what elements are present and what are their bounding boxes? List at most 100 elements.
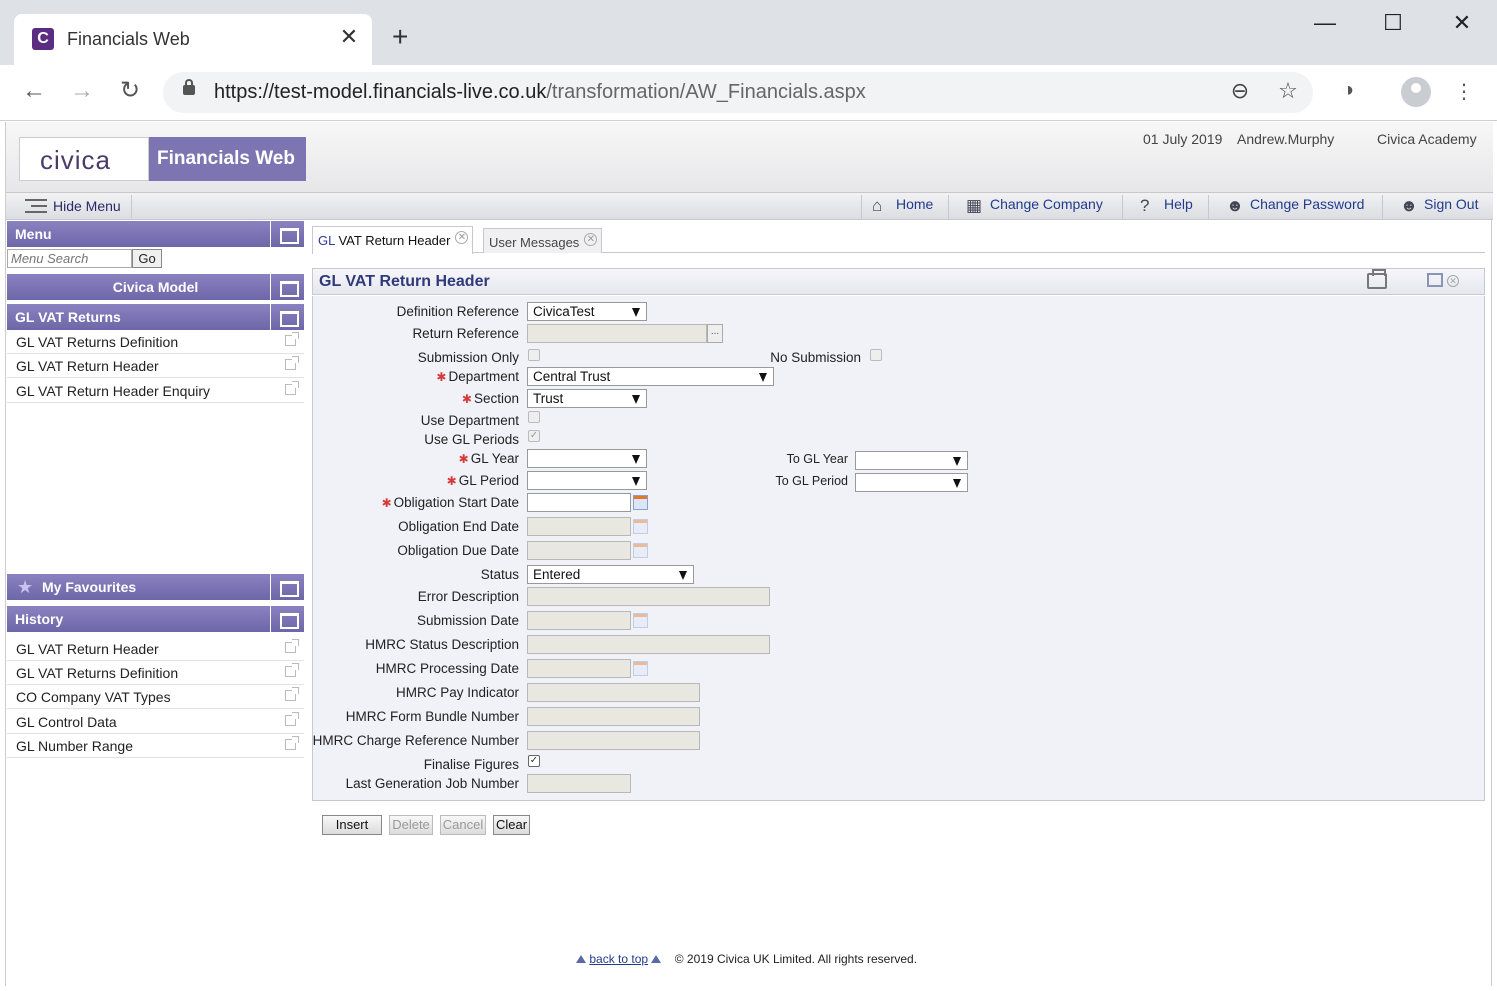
tab-close-icon[interactable]: ✕ <box>584 233 598 246</box>
change-company-link[interactable]: ▦ Change Company <box>964 196 1103 218</box>
required-asterisk-icon: ✱ <box>446 474 457 488</box>
calendar-icon[interactable] <box>633 613 648 628</box>
product-name: Financials Web <box>149 137 306 181</box>
no-submission-checkbox[interactable] <box>870 349 882 361</box>
status-select[interactable]: Entered <box>527 565 694 584</box>
zoom-out-icon[interactable]: ⊖ <box>1226 78 1254 104</box>
finalise-figures-checkbox[interactable]: ✓ <box>528 755 540 767</box>
browser-tab[interactable]: C Financials Web ✕ <box>14 14 372 65</box>
change-password-link[interactable]: ☻ Change Password <box>1224 196 1364 218</box>
hmrc-processing-date-input[interactable] <box>527 659 631 678</box>
chrome-menu-icon[interactable]: ⋮ <box>1449 79 1479 104</box>
back-to-top-link[interactable]: back to top <box>589 952 648 966</box>
use-department-label: Use Department <box>420 413 519 428</box>
delete-button[interactable]: Delete <box>389 815 433 835</box>
minimize-icon[interactable]: — <box>1310 10 1340 36</box>
calendar-icon[interactable] <box>633 543 648 558</box>
open-link-icon[interactable] <box>285 736 299 750</box>
open-link-icon[interactable] <box>285 663 299 677</box>
use-department-checkbox[interactable] <box>528 411 540 423</box>
print-icon[interactable] <box>1367 269 1387 289</box>
calendar-icon[interactable] <box>633 495 648 510</box>
forward-arrow-icon[interactable]: → <box>68 77 96 105</box>
calendar-icon[interactable] <box>633 519 648 534</box>
tab-close-icon[interactable]: ✕ <box>455 231 469 244</box>
lookup-ellipsis-button[interactable]: ... <box>707 324 723 343</box>
return-reference-input[interactable] <box>527 324 707 343</box>
open-link-icon[interactable] <box>285 639 299 653</box>
go-button[interactable]: Go <box>132 249 162 268</box>
dropdown-arrow-icon <box>759 373 767 382</box>
history-item[interactable]: CO Company VAT Types <box>7 685 304 709</box>
browser-tab-title: Financials Web <box>67 29 190 49</box>
definition-reference-select[interactable]: CivicaTest <box>527 302 647 321</box>
cancel-button[interactable]: Cancel <box>440 815 486 835</box>
tab-gl-vat-return-header[interactable]: GL VAT Return Header ✕ <box>312 226 474 254</box>
obligation-start-date-input[interactable] <box>527 493 631 512</box>
sidebar-item-vat-return-header[interactable]: GL VAT Return Header <box>7 354 304 378</box>
new-tab-icon[interactable]: + <box>392 22 408 52</box>
department-select[interactable]: Central Trust <box>527 367 774 386</box>
gl-vat-returns-header[interactable]: GL VAT Returns <box>7 304 304 330</box>
gl-year-select[interactable] <box>527 449 647 468</box>
open-link-icon[interactable] <box>285 712 299 726</box>
history-item[interactable]: GL VAT Returns Definition <box>7 661 304 685</box>
section-select[interactable]: Trust <box>527 389 647 408</box>
civica-model-header[interactable]: Civica Model <box>7 274 304 300</box>
window-close-icon[interactable]: ✕ <box>1447 10 1477 36</box>
hmrc-form-bundle-number-input[interactable] <box>527 707 700 726</box>
gl-period-select[interactable] <box>527 471 647 490</box>
hmrc-charge-reference-number-input[interactable] <box>527 731 700 750</box>
maximize-icon[interactable]: ☐ <box>1378 10 1408 36</box>
my-favourites-header[interactable]: ★ My Favourites <box>7 574 304 600</box>
lock-icon[interactable] <box>183 79 195 95</box>
hmrc-pay-indicator-input[interactable] <box>527 683 700 702</box>
extension-icon[interactable]: ◑ <box>1333 79 1363 102</box>
sidebar-item-vat-return-header-enquiry[interactable]: GL VAT Return Header Enquiry <box>7 379 304 403</box>
close-form-icon[interactable]: ✕ <box>1447 275 1459 287</box>
insert-button[interactable]: Insert <box>322 815 382 835</box>
content-tab-strip: GL VAT Return Header ✕ User Messages ✕ <box>312 226 1485 254</box>
to-gl-period-select[interactable] <box>855 473 968 492</box>
open-link-icon[interactable] <box>285 381 299 395</box>
hide-menu-button[interactable]: Hide Menu <box>13 195 132 218</box>
open-link-icon[interactable] <box>285 332 299 346</box>
sign-out-link[interactable]: ☻ Sign Out <box>1398 196 1478 218</box>
panel-window-icon[interactable] <box>270 274 304 300</box>
tab-user-messages[interactable]: User Messages ✕ <box>483 228 603 253</box>
help-link[interactable]: ? Help <box>1138 196 1193 218</box>
history-item[interactable]: GL Number Range <box>7 734 304 758</box>
history-item[interactable]: GL VAT Return Header <box>7 637 304 661</box>
calendar-icon[interactable] <box>633 661 648 676</box>
history-item[interactable]: GL Control Data <box>7 710 304 734</box>
last-generation-job-number-input[interactable] <box>527 774 631 793</box>
panel-window-icon[interactable] <box>270 574 304 600</box>
panel-window-icon[interactable] <box>270 304 304 330</box>
tab-close-icon[interactable]: ✕ <box>337 24 361 50</box>
back-arrow-icon[interactable]: ← <box>20 77 48 105</box>
open-link-icon[interactable] <box>285 687 299 701</box>
reload-icon[interactable]: ↻ <box>116 77 144 105</box>
error-description-input[interactable] <box>527 587 770 606</box>
window-icon[interactable] <box>1427 273 1443 287</box>
submission-date-input[interactable] <box>527 611 631 630</box>
to-gl-year-select[interactable] <box>855 451 968 470</box>
panel-window-icon[interactable] <box>270 606 304 632</box>
submission-only-checkbox[interactable] <box>528 349 540 361</box>
open-link-icon[interactable] <box>285 356 299 370</box>
use-gl-periods-checkbox[interactable]: ✓ <box>528 430 540 442</box>
url-text[interactable]: https://test-model.financials-live.co.uk… <box>214 81 866 104</box>
obligation-end-date-input[interactable] <box>527 517 631 536</box>
dropdown-arrow-icon <box>632 477 640 486</box>
panel-window-icon[interactable] <box>270 221 304 247</box>
obligation-due-date-input[interactable] <box>527 541 631 560</box>
history-header[interactable]: History <box>7 606 304 632</box>
clear-button[interactable]: Clear <box>493 815 530 835</box>
sidebar-item-vat-returns-definition[interactable]: GL VAT Returns Definition <box>7 330 304 354</box>
hmrc-status-description-input[interactable] <box>527 635 770 654</box>
bookmark-star-icon[interactable]: ☆ <box>1274 78 1302 104</box>
address-bar[interactable]: https://test-model.financials-live.co.uk… <box>163 72 1313 113</box>
menu-search-input[interactable] <box>7 249 132 268</box>
profile-avatar-icon[interactable] <box>1401 77 1431 107</box>
home-link[interactable]: ⌂ Home <box>870 196 933 218</box>
